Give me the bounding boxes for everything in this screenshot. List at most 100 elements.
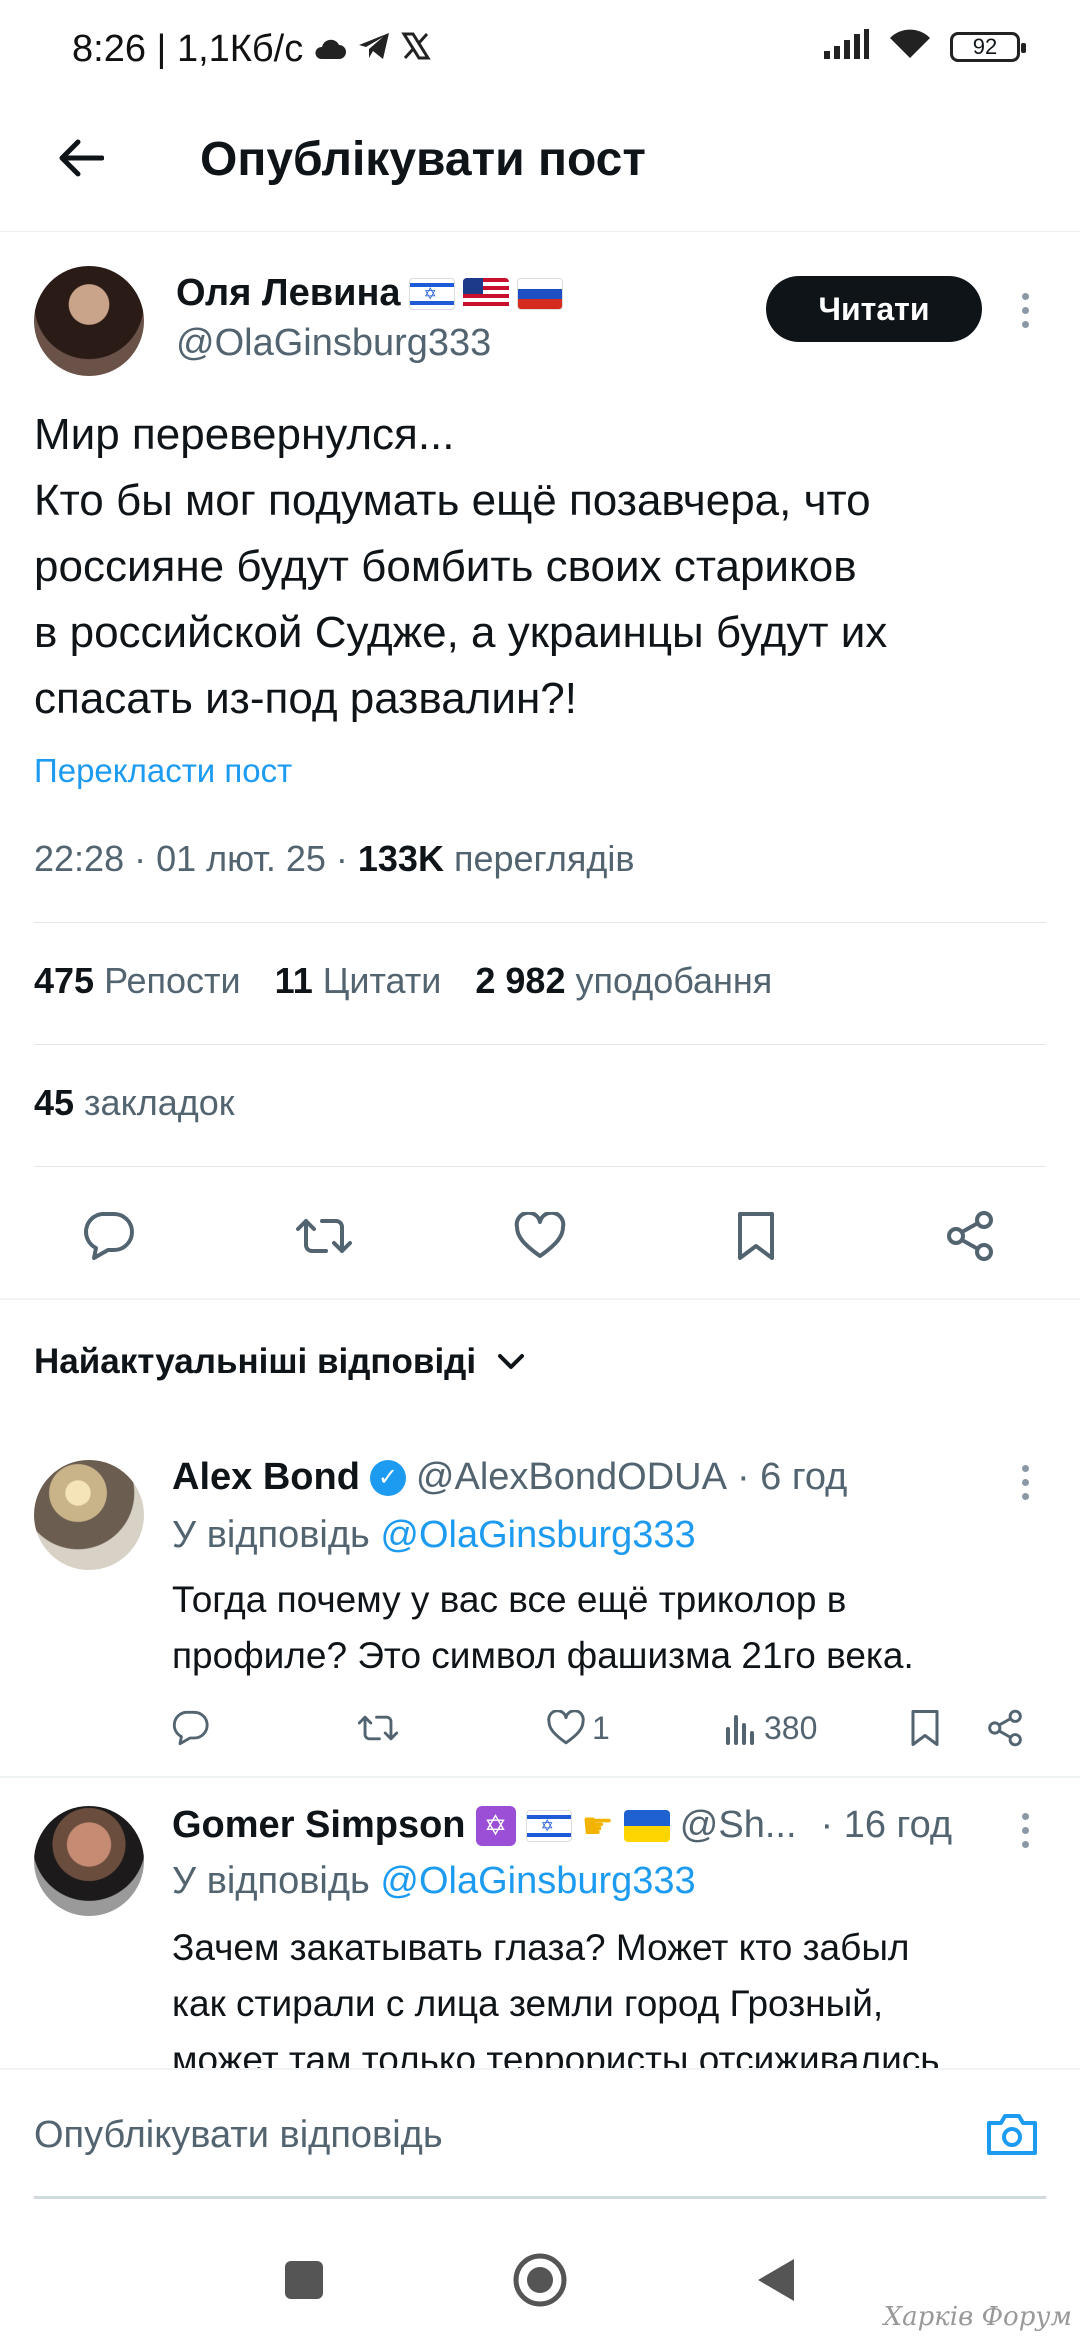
divider — [34, 922, 1046, 923]
reply-more-options-icon[interactable] — [1005, 1800, 1045, 1860]
divider — [34, 1044, 1046, 1045]
bookmark-button[interactable] — [716, 1196, 796, 1276]
reply-like-button[interactable]: 1 — [546, 1698, 610, 1758]
replies-sort-label: Найактуальніші відповіді — [34, 1342, 477, 1381]
follow-button[interactable]: Читати — [766, 276, 982, 342]
reply-share-button[interactable] — [986, 1698, 1024, 1758]
reply-time: · 6 год — [736, 1456, 848, 1498]
reply-input[interactable]: Опублікувати відповідь — [34, 2114, 443, 2157]
post-text-line: Кто бы мог подумать ещё позавчера, что — [34, 476, 871, 525]
heart-icon — [547, 1710, 585, 1745]
page-title: Опублікувати пост — [200, 133, 646, 186]
quotes-label: Цитати — [322, 960, 442, 1001]
post-text-line: Мир перевернулся... — [34, 410, 455, 459]
wifi-icon — [888, 28, 932, 65]
back-button[interactable] — [44, 122, 116, 194]
reply-author-handle[interactable]: @Sh... — [680, 1804, 797, 1847]
reply-repost-button[interactable] — [356, 1698, 400, 1758]
bookmark-icon — [738, 1212, 774, 1260]
back-nav-button[interactable] — [746, 2250, 806, 2310]
header: Опублікувати пост — [0, 100, 1080, 232]
arrow-left-icon — [59, 139, 104, 177]
reply-like-count: 1 — [592, 1709, 610, 1746]
author-avatar[interactable] — [34, 266, 144, 376]
reply-author-name[interactable]: Alex Bond — [172, 1456, 360, 1499]
status-time: 8:26 | 1,1Кб/с — [72, 28, 304, 70]
reply-to-mention[interactable]: @OlaGinsburg333 — [380, 1860, 695, 1902]
status-bar: 8:26 | 1,1Кб/с 92 — [0, 0, 1080, 100]
telegram-icon — [357, 28, 391, 71]
author-name: Оля Левина — [176, 272, 401, 314]
chevron-down-icon — [498, 1354, 525, 1369]
share-button[interactable] — [930, 1196, 1010, 1276]
post-text-line: спасать из-под развалин?! — [34, 674, 577, 723]
post-timestamp: 22:28 · 01 лют. 25 · — [34, 838, 358, 879]
share-icon — [988, 1709, 1022, 1747]
divider — [0, 1298, 1080, 1300]
bookmarks-label: закладок — [84, 1082, 235, 1123]
reply-to-prefix: У відповідь — [172, 1860, 370, 1902]
usa-flag-icon — [462, 277, 509, 310]
reply-avatar[interactable] — [34, 1460, 144, 1570]
reply-bookmark-button[interactable] — [910, 1698, 940, 1758]
like-button[interactable] — [500, 1196, 580, 1276]
reply-actions: 1 380 — [150, 1698, 1050, 1758]
likes-count: 2 982 — [475, 960, 566, 1001]
quotes-stat[interactable]: 11 Цитати — [275, 960, 442, 1002]
reply-time: · 16 год — [820, 1804, 953, 1846]
status-right: 92 — [822, 28, 1026, 65]
pointing-hand-emoji-icon: ☛ — [581, 1804, 614, 1846]
reply-text: Зачем закатывать глаза? Может кто забыл … — [172, 1920, 1052, 2088]
repost-button[interactable] — [284, 1196, 364, 1276]
bookmarks-stat[interactable]: 45 закладок — [34, 1082, 235, 1124]
reply-header: Alex Bond ✓ @AlexBondODUA · 6 год — [172, 1456, 847, 1499]
reply-to-mention[interactable]: @OlaGinsburg333 — [380, 1514, 695, 1556]
cloud-icon — [313, 28, 347, 71]
composer-underline — [34, 2196, 1046, 2199]
recent-apps-button[interactable] — [274, 2250, 334, 2310]
status-left: 8:26 | 1,1Кб/с — [72, 28, 431, 71]
more-options-icon[interactable] — [1005, 280, 1045, 340]
heart-icon — [514, 1212, 566, 1258]
share-icon — [947, 1211, 993, 1261]
reply-avatar[interactable] — [34, 1806, 144, 1916]
reply-text-line: как стирали с лица земли город Грозный, — [172, 1983, 884, 2024]
divider — [34, 1166, 1046, 1167]
reply-more-options-icon[interactable] — [1005, 1452, 1045, 1512]
translate-post-link[interactable]: Перекласти пост — [34, 752, 292, 790]
signal-icon — [822, 29, 870, 64]
author-handle[interactable]: @OlaGinsburg333 — [176, 322, 491, 365]
divider — [0, 1776, 1080, 1778]
reposts-stat[interactable]: 475 Репости — [34, 960, 241, 1002]
likes-label: уподобання — [575, 960, 773, 1001]
home-button[interactable] — [510, 2250, 570, 2310]
post-stats: 475 Репости 11 Цитати 2 982 уподобання — [34, 960, 772, 1002]
reply-reply-button[interactable] — [170, 1698, 210, 1758]
reply-views-button[interactable]: 380 — [724, 1698, 817, 1758]
system-nav-bar: Харків Форум — [0, 2220, 1080, 2340]
comment-icon — [84, 1212, 134, 1260]
reply-button[interactable] — [68, 1196, 148, 1276]
camera-button[interactable] — [982, 2104, 1042, 2164]
comment-icon — [172, 1710, 209, 1746]
likes-stat[interactable]: 2 982 уподобання — [475, 960, 772, 1002]
bookmark-icon — [911, 1710, 939, 1746]
replies-sort-dropdown[interactable]: Найактуальніші відповіді — [34, 1342, 526, 1382]
reply-composer: Опублікувати відповідь — [0, 2068, 1080, 2199]
battery-level: 92 — [972, 33, 998, 59]
reply-author-name[interactable]: Gomer Simpson — [172, 1804, 466, 1847]
reply-views-count: 380 — [764, 1709, 818, 1746]
author-name-row[interactable]: Оля Левина — [176, 272, 563, 315]
reply-author-handle[interactable]: @AlexBondODUA — [416, 1456, 727, 1499]
post-action-row — [0, 1196, 1080, 1276]
post-text: Мир перевернулся... Кто бы мог подумать … — [34, 402, 1044, 732]
square-icon — [285, 2261, 323, 2299]
reply-text: Тогда почему у вас все ещё триколор в пр… — [172, 1572, 1052, 1684]
views-count: 133K — [357, 838, 444, 879]
repost-icon — [296, 1219, 352, 1253]
post-text-line: в российской Судже, а украинцы будут их — [34, 608, 888, 657]
reply-header: Gomer Simpson ✡ ☛ @Sh... · 16 год — [172, 1804, 952, 1847]
post-text-line: россияне будут бомбить своих стариков — [34, 542, 857, 591]
ukraine-flag-icon — [623, 1809, 670, 1842]
reply-to-line: У відповідь @OlaGinsburg333 — [172, 1514, 696, 1557]
